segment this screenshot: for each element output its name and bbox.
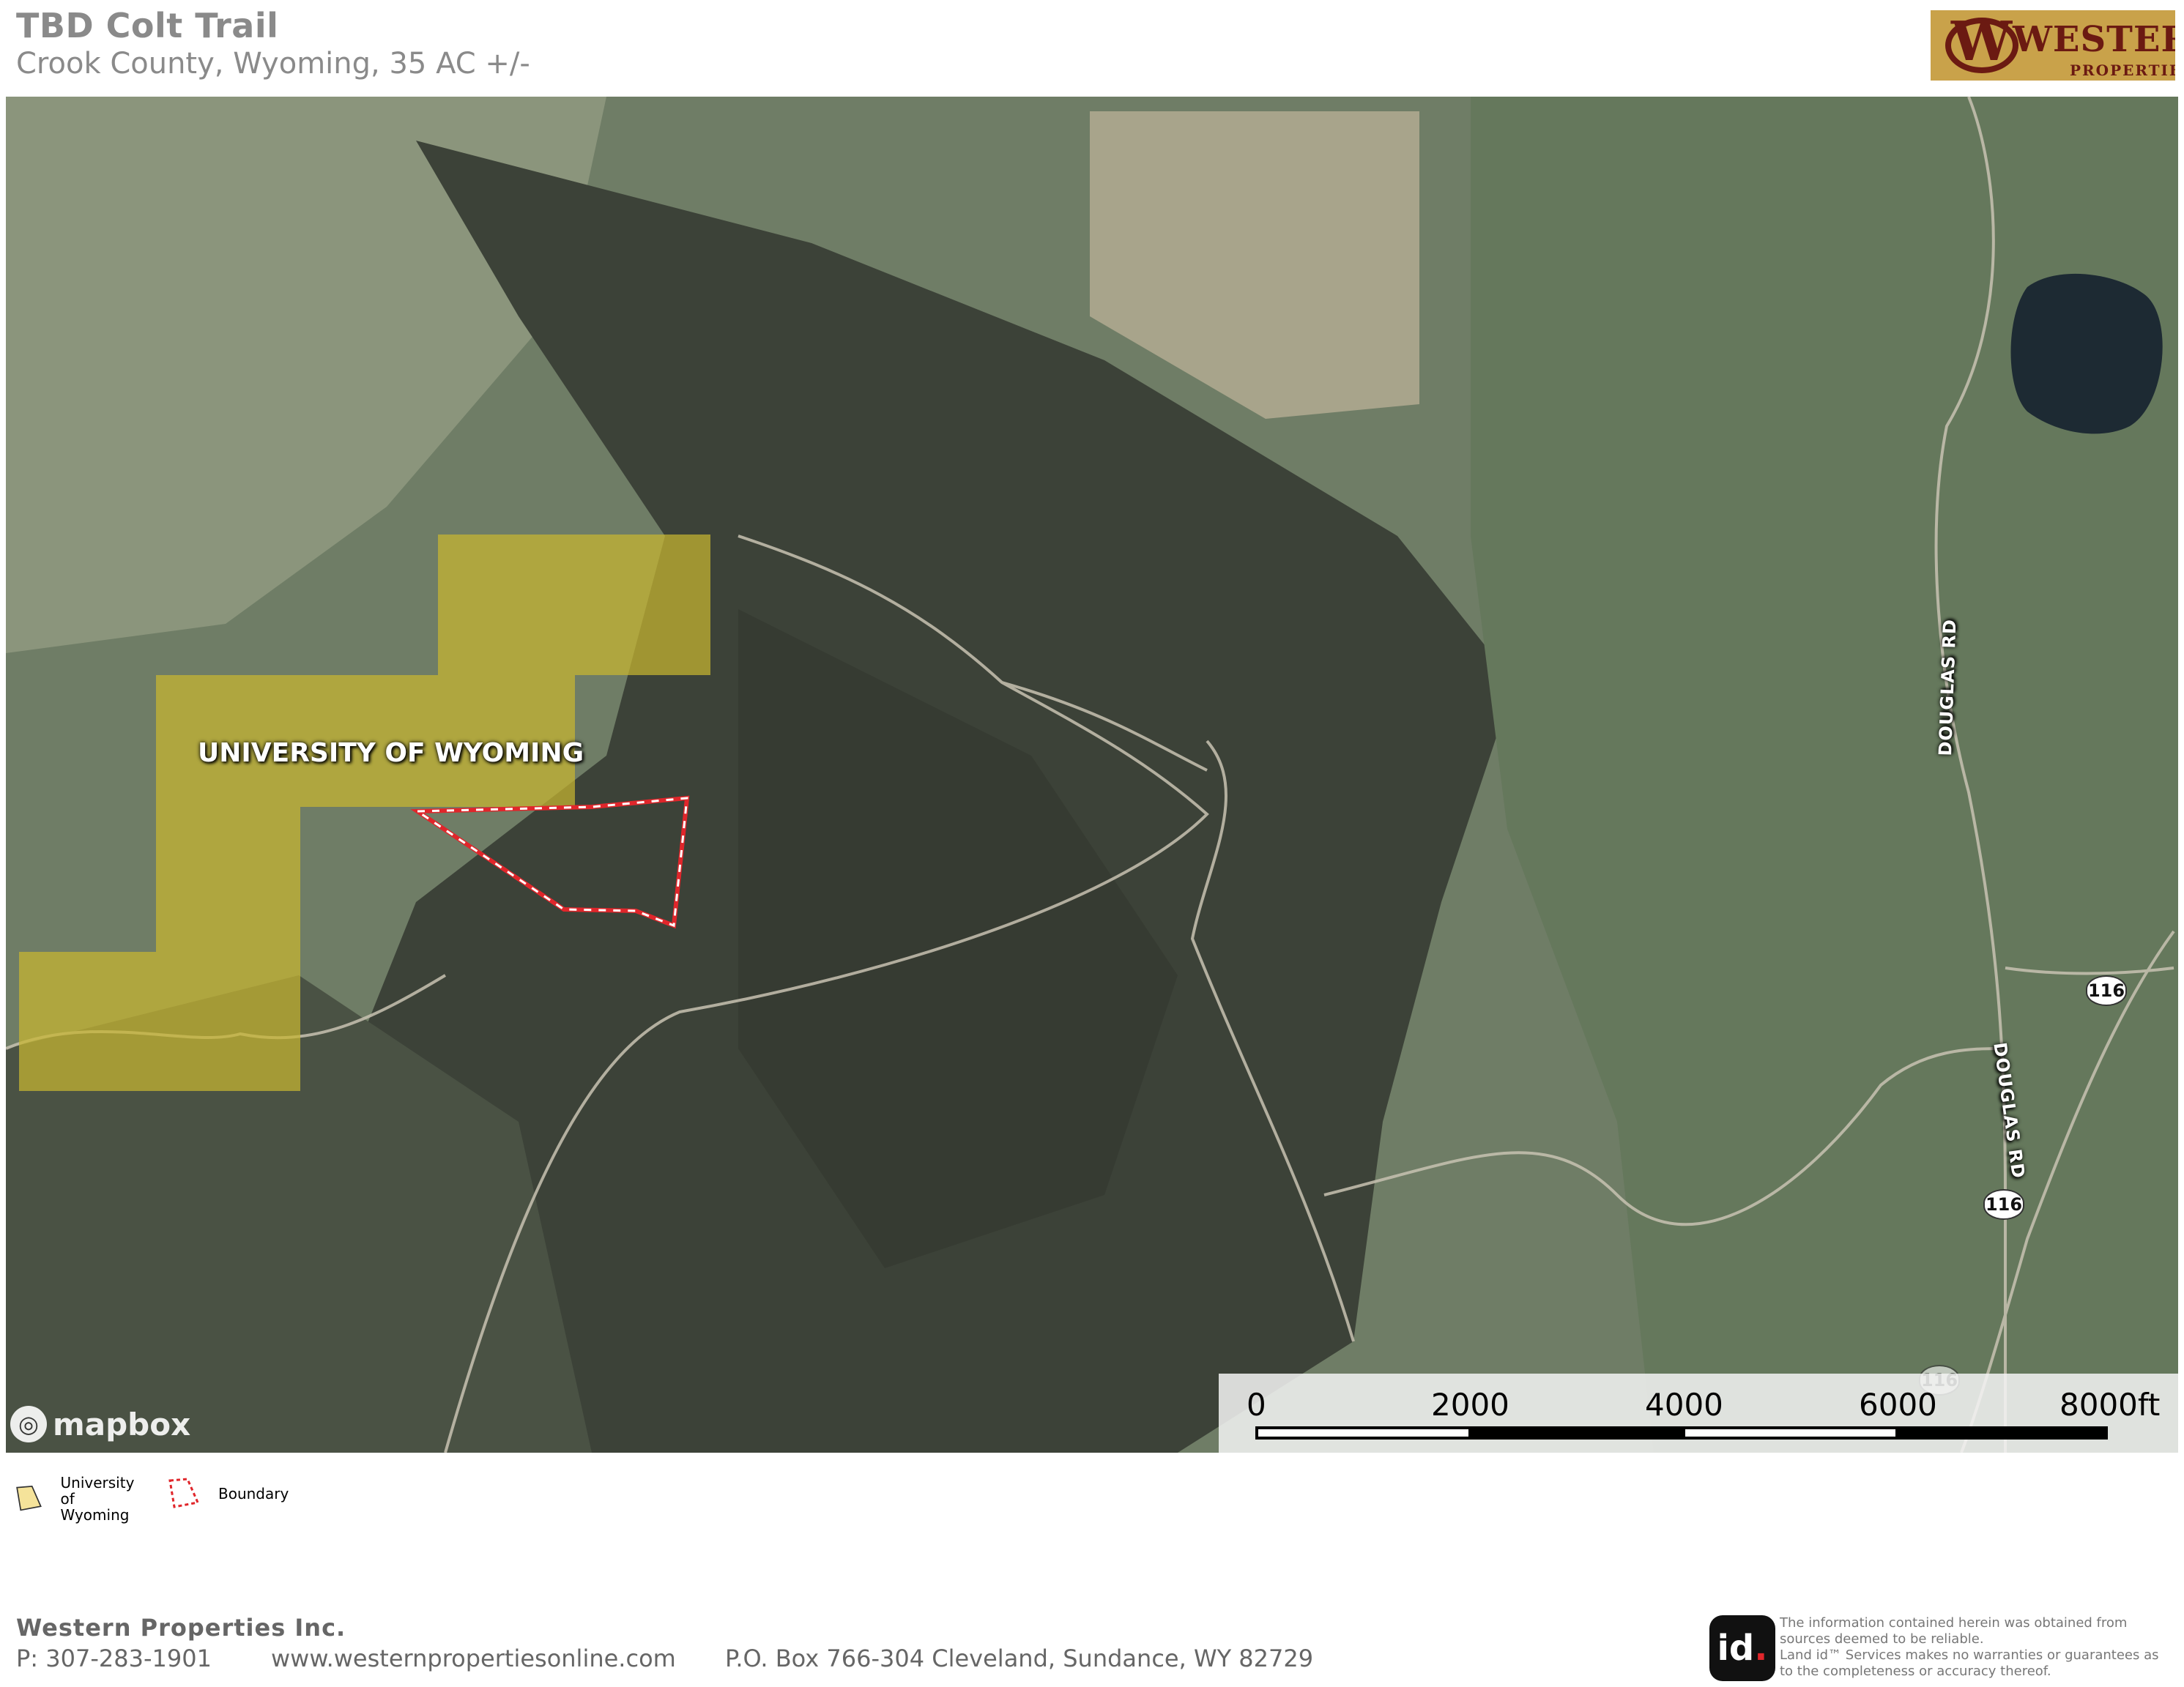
scale-tick: 8000ft	[2059, 1387, 2161, 1423]
scale-tick: 4000	[1645, 1387, 1723, 1423]
scale-tick: 2000	[1431, 1387, 1509, 1423]
company-website[interactable]: www.westernpropertiesonline.com	[271, 1645, 676, 1672]
logo-name: WESTERN	[2013, 19, 2175, 60]
disclaimer-line-2: Land id™ Services makes no warranties or…	[1780, 1647, 2159, 1679]
logo-w-icon: W	[1951, 10, 2013, 73]
university-label: UNIVERSITY OF WYOMING	[198, 738, 584, 768]
legend-label-university-2: Wyoming	[60, 1506, 130, 1524]
highway-shield-116: 116	[2086, 975, 2127, 1006]
scale-segment	[1258, 1429, 1468, 1437]
mapbox-attribution[interactable]: ◎ mapbox	[10, 1406, 190, 1442]
company-phone: P: 307-283-1901	[16, 1645, 212, 1672]
page-subtitle: Crook County, Wyoming, 35 AC +/-	[16, 47, 530, 81]
mapbox-text: mapbox	[53, 1406, 191, 1442]
company-address: P.O. Box 766-304 Cleveland, Sundance, WY…	[725, 1645, 1314, 1672]
company-name: Western Properties Inc.	[16, 1614, 346, 1642]
satellite-map[interactable]: UNIVERSITY OF WYOMING DOUGLAS RD DOUGLAS…	[6, 97, 2178, 1453]
mapbox-logo-icon: ◎	[10, 1406, 47, 1442]
map-imagery	[6, 97, 2178, 1453]
logo-tagline: PROPERTIES	[2070, 62, 2175, 79]
scale-bar: 0 2000 4000 6000 8000ft	[1219, 1374, 2178, 1453]
land-id-logo: id.	[1709, 1615, 1775, 1681]
western-properties-logo: W WESTERN PROPERTIES	[1931, 10, 2175, 81]
highway-shield-116: 116	[1983, 1189, 2024, 1220]
legend-item-boundary: Boundary	[166, 1475, 289, 1513]
disclaimer-line-1: The information contained herein was obt…	[1780, 1615, 2128, 1647]
lake-shape	[2010, 273, 2163, 434]
legend-label-boundary: Boundary	[218, 1485, 289, 1502]
scale-tick: 6000	[1859, 1387, 1937, 1423]
polygon-fill-icon	[16, 1485, 42, 1511]
legend-item-university: University of Wyoming	[13, 1475, 140, 1523]
polygon-dashed-icon	[168, 1478, 200, 1508]
scale-segment	[1685, 1429, 1895, 1437]
page-title: TBD Colt Trail	[16, 6, 279, 45]
scale-tick: 0	[1247, 1387, 1266, 1423]
disclaimer: The information contained herein was obt…	[1780, 1615, 2175, 1680]
legend-label-university-1: University of	[60, 1474, 135, 1508]
id-logo-text: id	[1717, 1628, 1755, 1669]
